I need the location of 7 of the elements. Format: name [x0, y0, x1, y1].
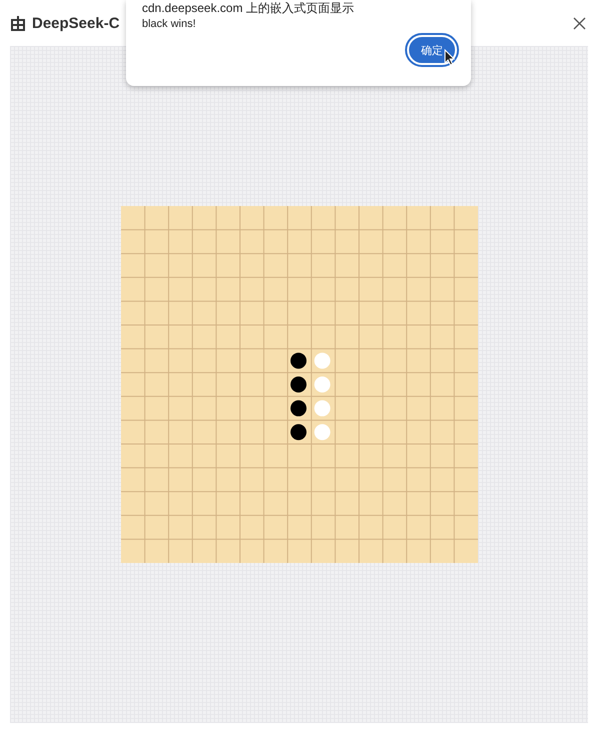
- dialog-message: black wins!: [142, 18, 197, 30]
- close-icon[interactable]: [573, 16, 586, 30]
- window-title: DeepSeek-C: [32, 14, 120, 32]
- window-icon: [10, 14, 26, 32]
- ok-button[interactable]: 确定: [407, 35, 457, 65]
- cursor-icon: [444, 49, 455, 66]
- dialog-origin: cdn.deepseek.com 上的嵌入式页面显示: [142, 0, 356, 15]
